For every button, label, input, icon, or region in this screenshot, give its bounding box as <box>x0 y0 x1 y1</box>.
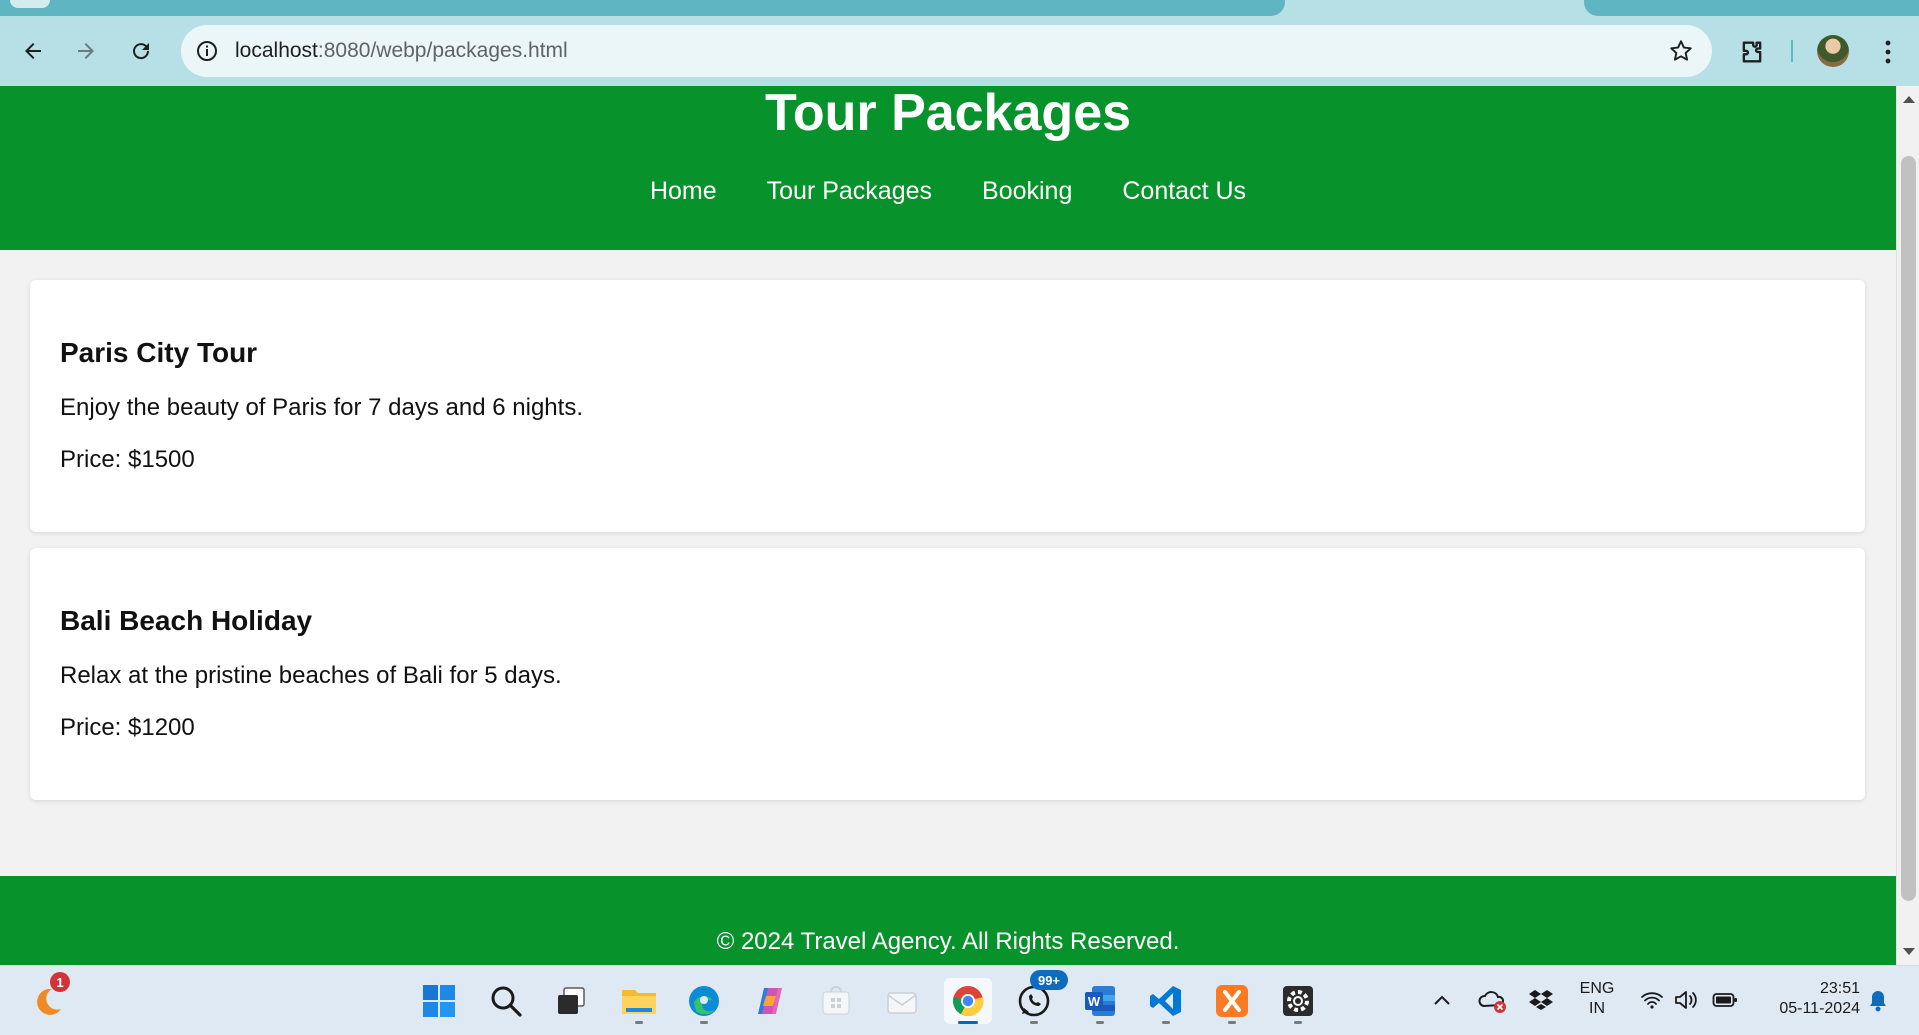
taskbar-settings[interactable] <box>1274 978 1322 1024</box>
dropbox-icon[interactable] <box>1528 988 1554 1012</box>
inactive-tab[interactable] <box>1584 0 1919 16</box>
running-indicator <box>1030 1021 1038 1024</box>
taskbar-edge[interactable] <box>680 978 728 1024</box>
tab-strip <box>0 0 1919 16</box>
whatsapp-badge: 99+ <box>1030 970 1068 990</box>
running-indicator <box>1096 1021 1104 1024</box>
copilot-icon <box>758 988 782 1014</box>
taskbar-vscode[interactable] <box>1142 978 1190 1024</box>
running-indicator <box>700 1021 708 1024</box>
reload-icon <box>133 43 150 60</box>
clock[interactable]: 23:51 05-11-2024 <box>1752 979 1860 1019</box>
taskbar-chrome[interactable] <box>944 978 992 1024</box>
taskbar-whatsapp[interactable]: 99+ <box>1010 970 1068 1024</box>
running-indicator <box>635 1021 643 1024</box>
taskbar-store[interactable] <box>812 978 860 1024</box>
running-indicator <box>1162 1021 1170 1024</box>
site-footer: © 2024 Travel Agency. All Rights Reserve… <box>0 876 1896 965</box>
url-host: localhost <box>235 39 318 62</box>
region-code: IN <box>1589 1000 1605 1017</box>
profile-avatar[interactable] <box>1817 35 1849 67</box>
more-menu-icon[interactable] <box>1876 37 1900 67</box>
store-bag-icon <box>822 986 850 1015</box>
page-title: Tour Packages <box>764 86 1132 142</box>
arrow-left-icon <box>25 43 41 59</box>
nav-link-tour-packages[interactable]: Tour Packages <box>767 176 932 206</box>
url-text[interactable]: localhost:8080/webp/packages.html <box>235 39 568 63</box>
svg-text:W: W <box>1088 994 1101 1009</box>
url-path: :8080/webp/packages.html <box>317 39 568 62</box>
windows-taskbar: 1 99+ W ENG IN 23:51 05-11-2024 <box>0 965 1919 1035</box>
package-price: Price: $1200 <box>60 714 195 741</box>
taskbar-mail[interactable] <box>878 978 926 1024</box>
tab-edge <box>10 0 50 8</box>
address-bar[interactable]: localhost:8080/webp/packages.html <box>181 25 1712 77</box>
package-card: Paris City Tour Enjoy the beauty of Pari… <box>30 280 1865 532</box>
search-icon <box>491 986 522 1017</box>
package-title: Paris City Tour <box>60 337 258 368</box>
running-indicator <box>958 1021 978 1024</box>
taskbar-word[interactable]: W <box>1076 978 1124 1024</box>
folder-icon <box>622 990 656 1014</box>
wifi-icon[interactable] <box>1640 990 1664 1010</box>
main-nav: Home Tour Packages Booking Contact Us <box>0 176 1896 206</box>
scrollbar-thumb[interactable] <box>1901 156 1916 901</box>
taskbar-file-explorer[interactable] <box>615 978 663 1024</box>
back-button[interactable] <box>15 33 51 69</box>
battery-icon[interactable] <box>1712 991 1738 1009</box>
clock-time: 23:51 <box>1819 980 1860 997</box>
vertical-scrollbar[interactable] <box>1896 86 1919 965</box>
gear-icon <box>1283 986 1313 1016</box>
arrow-right-icon <box>78 43 94 59</box>
chevron-up-icon[interactable] <box>1432 992 1452 1008</box>
package-description: Relax at the pristine beaches of Bali fo… <box>60 662 562 689</box>
site-info-icon[interactable] <box>195 39 219 63</box>
task-view-button[interactable] <box>547 978 595 1024</box>
taskbar-search[interactable] <box>482 978 530 1024</box>
xampp-icon <box>1216 985 1248 1017</box>
chrome-browser-icon <box>953 986 984 1017</box>
windows-logo-icon <box>423 985 455 1017</box>
reload-button[interactable] <box>123 33 159 69</box>
forward-button[interactable] <box>68 33 104 69</box>
package-price: Price: $1500 <box>60 446 195 473</box>
language-code: ENG <box>1579 980 1615 997</box>
taskbar-copilot[interactable] <box>746 978 794 1024</box>
browser-toolbar: localhost:8080/webp/packages.html <box>0 16 1919 86</box>
notification-bell-icon[interactable] <box>1867 989 1889 1013</box>
taskbar-xampp[interactable] <box>1208 978 1256 1024</box>
active-tab[interactable] <box>0 0 1285 16</box>
clock-date: 05-11-2024 <box>1779 1000 1860 1017</box>
package-description: Enjoy the beauty of Paris for 7 days and… <box>60 394 583 421</box>
start-button[interactable] <box>415 978 463 1024</box>
nav-link-contact-us[interactable]: Contact Us <box>1122 176 1246 206</box>
task-view-icon <box>558 987 585 1014</box>
extensions-puzzle-icon[interactable] <box>1738 38 1766 66</box>
bookmark-star-icon[interactable] <box>1668 38 1694 64</box>
weather-widget[interactable]: 1 <box>24 972 72 1024</box>
toolbar-divider <box>1791 40 1793 62</box>
weather-badge: 1 <box>50 972 70 992</box>
vscode-icon <box>1150 986 1181 1016</box>
volume-icon[interactable] <box>1673 989 1701 1011</box>
language-indicator[interactable]: ENG IN <box>1572 979 1622 1019</box>
edge-browser-icon <box>689 986 719 1016</box>
site-header: Tour Packages Home Tour Packages Booking… <box>0 86 1896 250</box>
package-card: Bali Beach Holiday Relax at the pristine… <box>30 548 1865 800</box>
running-indicator <box>1228 1021 1236 1024</box>
scroll-down-arrow-icon[interactable] <box>1903 948 1915 955</box>
onedrive-error-icon[interactable] <box>1478 988 1508 1014</box>
page-viewport: Tour Packages Home Tour Packages Booking… <box>0 86 1896 965</box>
copyright-text: © 2024 Travel Agency. All Rights Reserve… <box>716 928 1180 955</box>
package-title: Bali Beach Holiday <box>60 605 313 636</box>
scroll-up-arrow-icon[interactable] <box>1903 96 1915 103</box>
nav-link-booking[interactable]: Booking <box>982 176 1072 206</box>
running-indicator <box>1294 1021 1302 1024</box>
mail-icon <box>887 992 917 1014</box>
nav-link-home[interactable]: Home <box>650 176 717 206</box>
word-icon: W <box>1085 986 1115 1016</box>
